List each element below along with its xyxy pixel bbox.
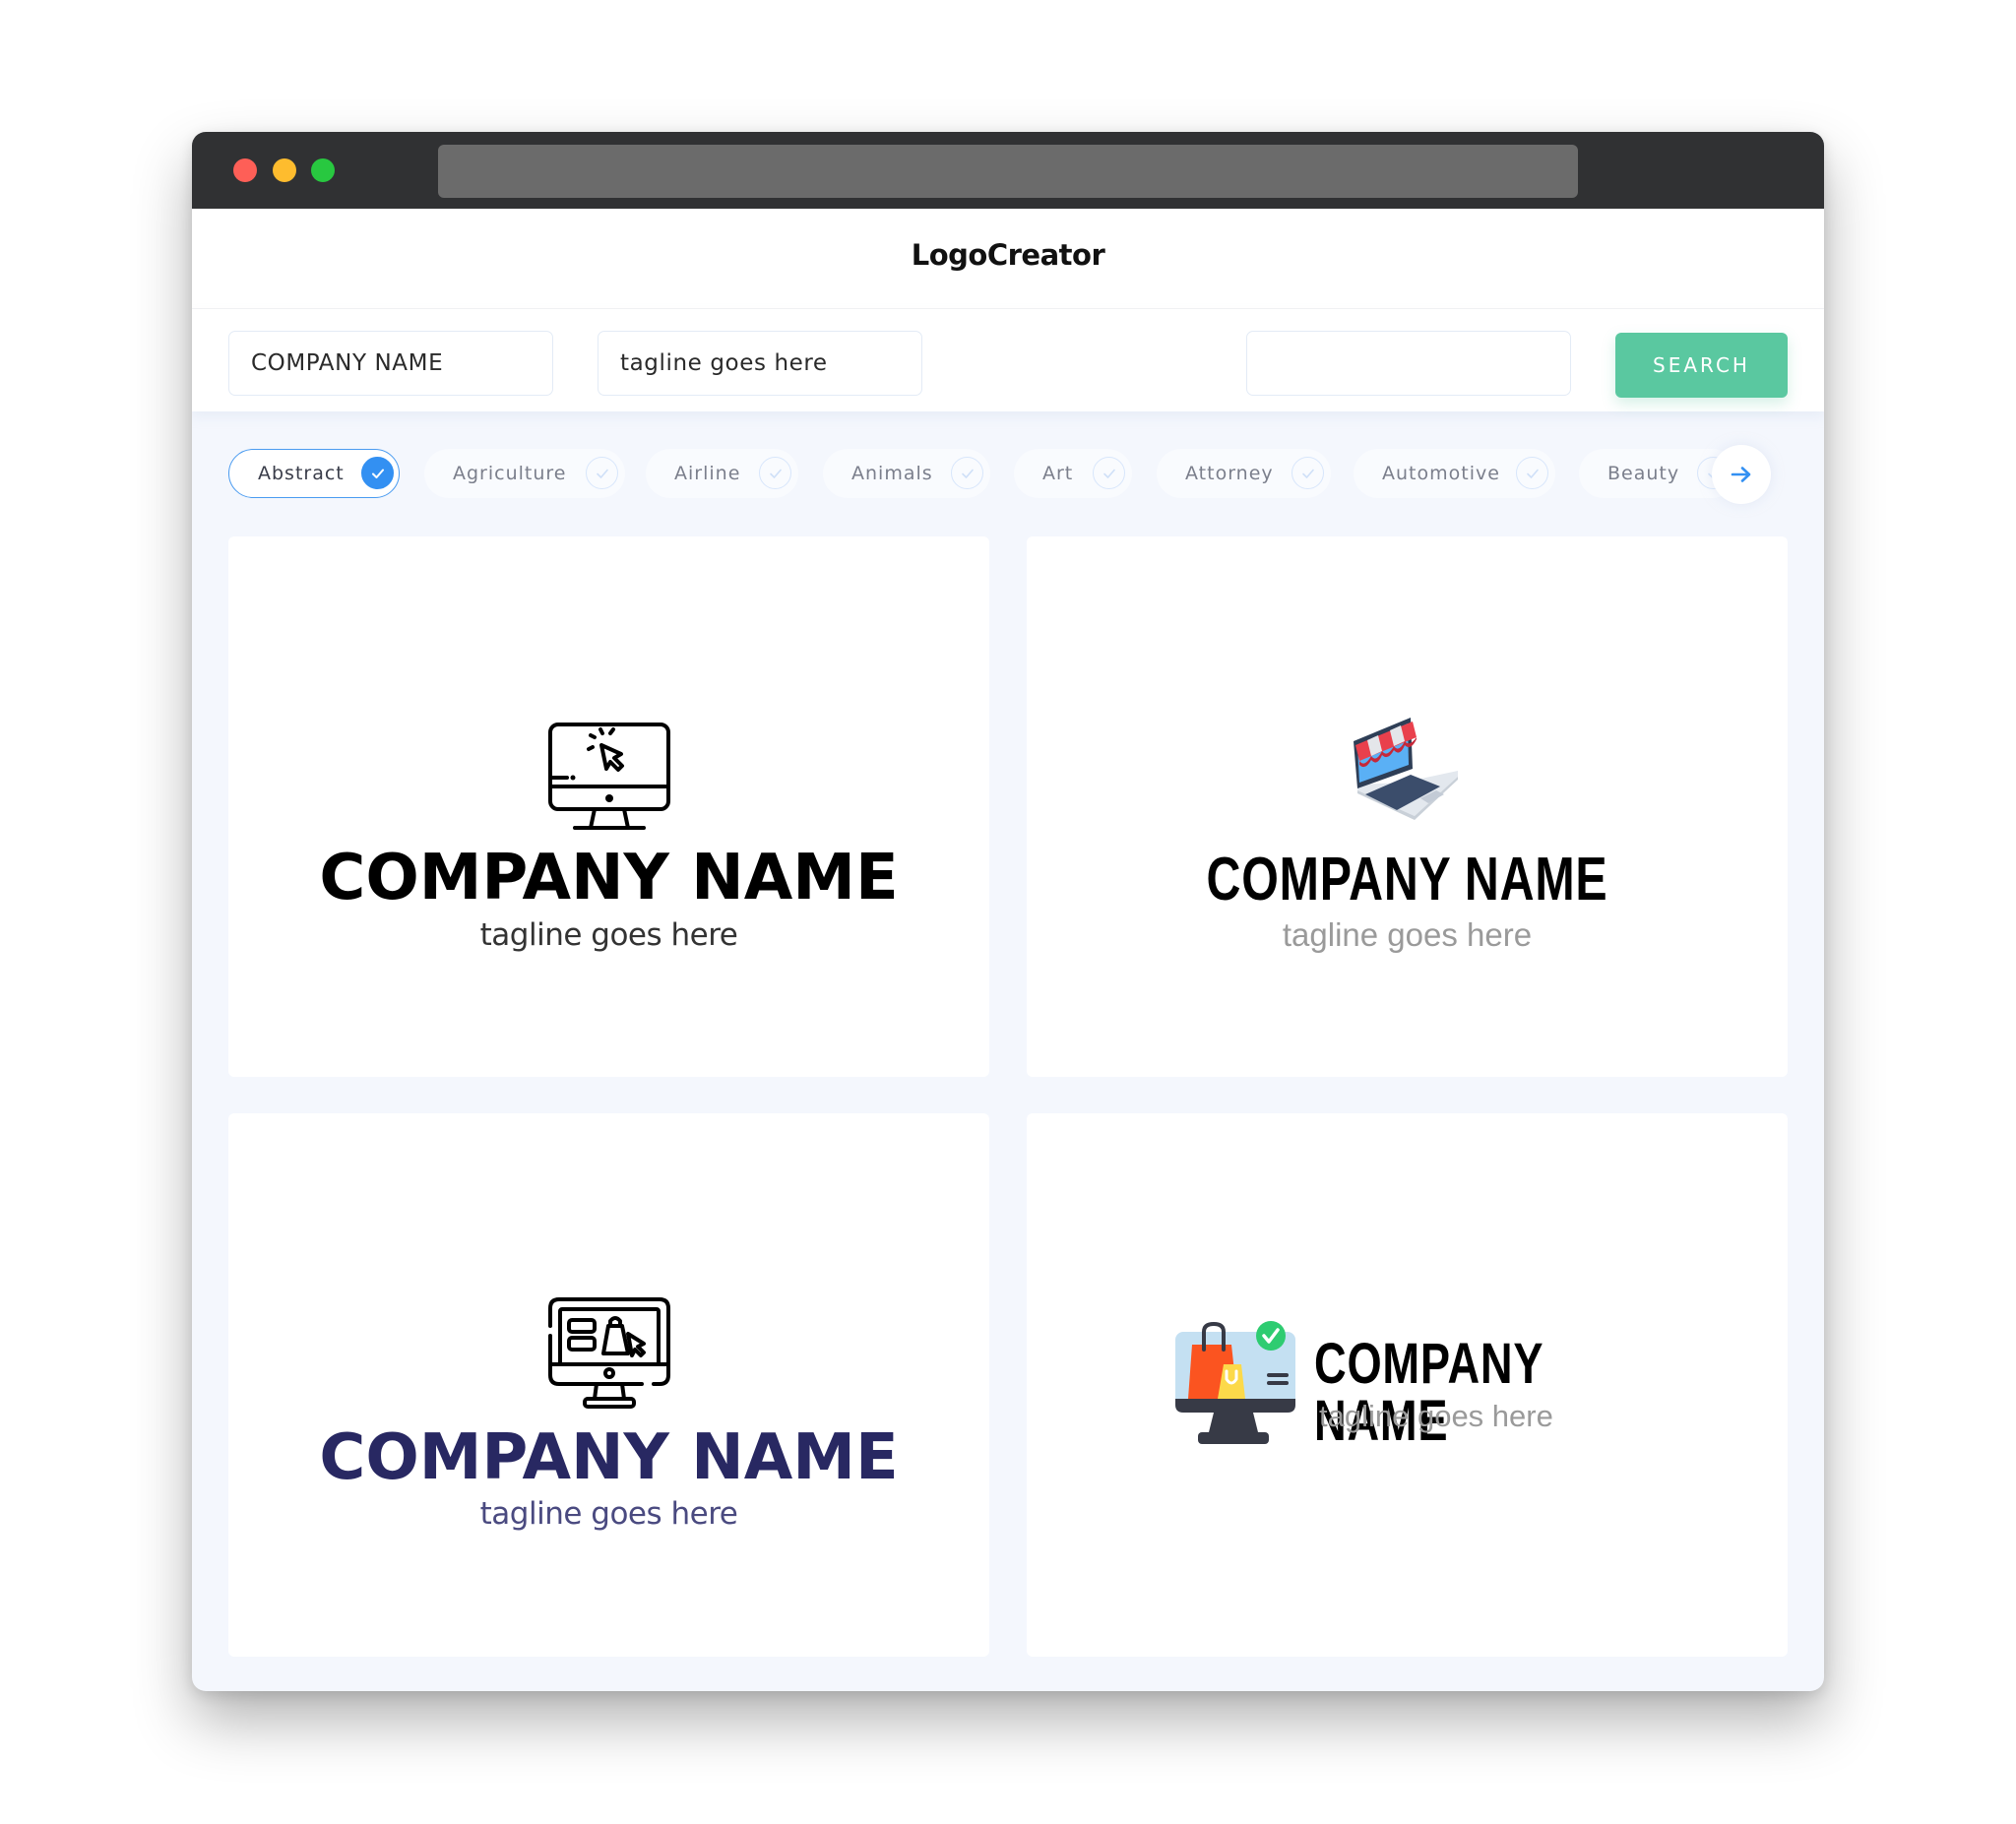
- logo-card[interactable]: COMPANY NAME tagline goes here: [1027, 1113, 1788, 1657]
- search-bar: COMPANY NAME tagline goes here SEARCH: [192, 309, 1824, 411]
- logo-card[interactable]: COMPANY NAME tagline goes here: [1027, 536, 1788, 1077]
- tagline-input[interactable]: tagline goes here: [598, 331, 922, 396]
- laptop-storefront-icon: [1354, 718, 1458, 820]
- chip-label: Abstract: [258, 463, 345, 484]
- company-name-wrap: COMPANY NAME: [1027, 849, 1788, 911]
- keyword-input[interactable]: [1246, 331, 1571, 396]
- tagline-text: tagline goes here: [1319, 1399, 1553, 1433]
- check-icon: [1516, 457, 1548, 489]
- chip-label: Beauty: [1607, 463, 1680, 484]
- logo-card[interactable]: COMPANY NAME tagline goes here: [228, 536, 989, 1077]
- logo-card[interactable]: COMPANY NAME tagline goes here: [228, 1113, 989, 1657]
- next-categories-button[interactable]: [1712, 445, 1771, 504]
- category-chip-agriculture[interactable]: Agriculture: [424, 449, 625, 498]
- check-icon: [586, 457, 618, 489]
- category-chip-art[interactable]: Art: [1014, 449, 1132, 498]
- category-chip-abstract[interactable]: Abstract: [228, 449, 400, 498]
- address-bar[interactable]: [438, 145, 1578, 198]
- category-chip-automotive[interactable]: Automotive: [1354, 449, 1555, 498]
- search-button[interactable]: SEARCH: [1615, 333, 1788, 398]
- category-chip-attorney[interactable]: Attorney: [1157, 449, 1331, 498]
- check-icon: [759, 457, 791, 489]
- company-name-text: COMPANY NAME: [1206, 846, 1608, 913]
- minimize-window-button[interactable]: [273, 158, 296, 182]
- chip-label: Animals: [851, 463, 933, 484]
- chip-label: Automotive: [1382, 463, 1500, 484]
- monitor-shopping-bag-icon: [548, 1297, 670, 1409]
- monitor-cursor-click-icon: [548, 723, 670, 830]
- check-icon: [1292, 457, 1324, 489]
- close-window-button[interactable]: [233, 158, 257, 182]
- tagline-text: tagline goes here: [479, 917, 738, 953]
- chip-label: Agriculture: [453, 463, 567, 484]
- category-chip-animals[interactable]: Animals: [823, 449, 990, 498]
- company-name-input[interactable]: COMPANY NAME: [228, 331, 553, 396]
- chip-label: Art: [1042, 463, 1074, 484]
- arrow-right-icon: [1731, 467, 1751, 482]
- tagline-text: tagline goes here: [479, 1496, 738, 1532]
- app-header: LogoCreator: [192, 209, 1824, 309]
- tagline-text: tagline goes here: [1282, 916, 1533, 953]
- company-name-text: COMPANY NAME: [319, 1421, 899, 1494]
- check-icon: [951, 457, 983, 489]
- chip-label: Attorney: [1185, 463, 1274, 484]
- chip-label: Airline: [674, 463, 741, 484]
- check-icon: [361, 457, 394, 489]
- monitor-shopping-bags-check-icon: [1175, 1321, 1295, 1444]
- category-chip-airline[interactable]: Airline: [646, 449, 798, 498]
- company-name-text: COMPANY NAME: [319, 842, 899, 914]
- app-title: LogoCreator: [911, 238, 1105, 272]
- check-icon: [1093, 457, 1125, 489]
- browser-window: LogoCreator COMPANY NAME tagline goes he…: [192, 132, 1824, 1691]
- category-filter-bar: Abstract Agriculture Airline Animals Art: [192, 445, 1824, 504]
- maximize-window-button[interactable]: [311, 158, 335, 182]
- title-bar: [192, 132, 1824, 209]
